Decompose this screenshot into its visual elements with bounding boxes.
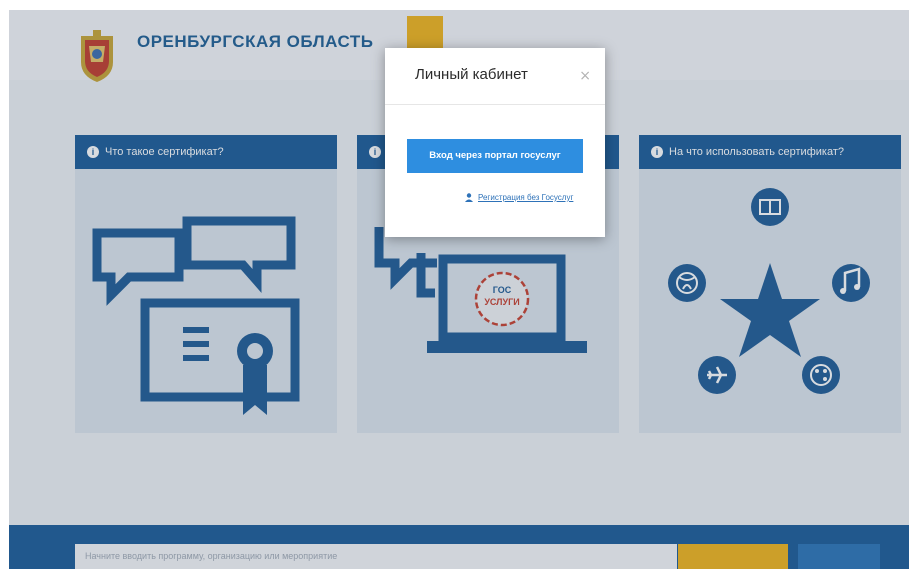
gosuslugi-login-button[interactable]: Вход через портал госуслуг (407, 139, 583, 173)
modal-divider (385, 104, 605, 105)
close-icon[interactable]: × (579, 68, 591, 84)
register-link[interactable]: Регистрация без Госуслуг (465, 193, 573, 202)
page: ОРЕНБУРГСКАЯ ОБЛАСТЬ i Что такое сертифи… (9, 10, 909, 569)
user-add-icon (465, 193, 473, 202)
login-modal: Личный кабинет × Вход через портал госус… (385, 48, 605, 237)
modal-title: Личный кабинет (415, 66, 528, 83)
register-link-label: Регистрация без Госуслуг (478, 193, 574, 202)
